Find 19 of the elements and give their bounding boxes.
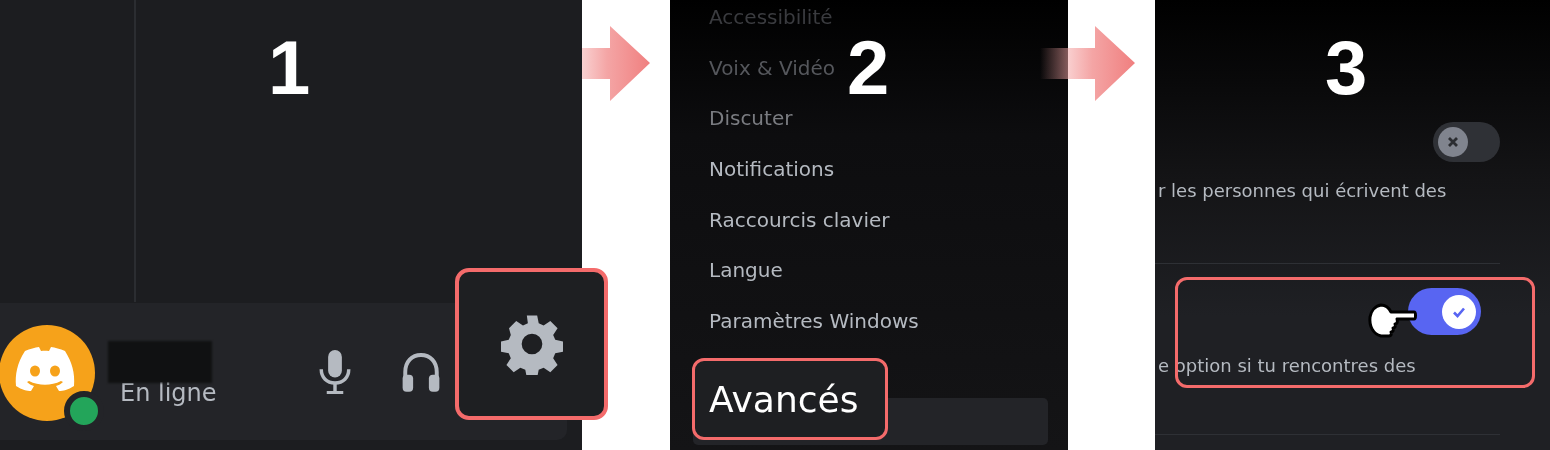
menu-item[interactable]: Raccourcis clavier <box>705 194 894 245</box>
avatar[interactable] <box>0 324 95 421</box>
menu-item[interactable]: Paramètres Windows <box>705 295 923 347</box>
controller-logo-icon <box>15 346 75 391</box>
menu-item[interactable]: Avancés <box>692 358 888 441</box>
toggle-switch[interactable] <box>1433 122 1500 162</box>
settings-icon <box>500 313 563 375</box>
microphone-icon[interactable] <box>317 349 352 394</box>
step-number: 2 <box>847 30 890 106</box>
right-arrow-icon <box>1040 26 1135 101</box>
setting-description: r les personnes qui écrivent des <box>1158 180 1448 201</box>
settings-button[interactable] <box>455 268 608 420</box>
menu-item[interactable]: Discuter <box>705 93 797 144</box>
menu-item[interactable]: Langue <box>705 244 787 296</box>
step-number: 3 <box>1325 30 1368 106</box>
menu-item[interactable]: Notifications <box>705 143 839 195</box>
toggle-switch[interactable] <box>1408 288 1481 335</box>
status-text: En ligne <box>120 378 217 407</box>
step-number: 1 <box>268 30 311 106</box>
